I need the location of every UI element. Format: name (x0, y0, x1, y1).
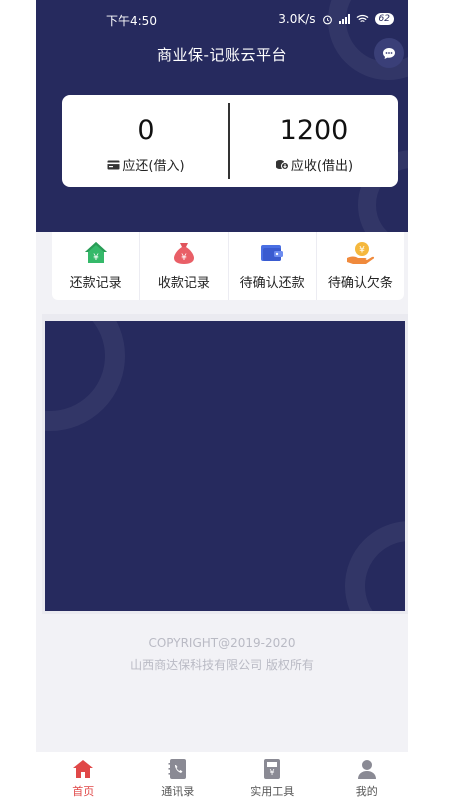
menu-label: 收款记录 (157, 276, 210, 291)
battery-icon: 62 (374, 13, 394, 25)
tab-home[interactable]: 首页 (36, 752, 131, 800)
red-money-bag-icon: ¥ (140, 238, 227, 268)
signal-icon (338, 14, 350, 24)
banner[interactable] (45, 321, 405, 611)
menu-pending-repay[interactable]: 待确认还款 (229, 232, 317, 300)
green-house-yuan-icon: ¥ (52, 238, 139, 268)
svg-text:¥: ¥ (360, 246, 366, 256)
menu-label: 待确认还款 (239, 276, 305, 291)
receive-label: 应收(借出) (290, 159, 354, 174)
status-bar: 下午4:50 3.0K/s 62 (36, 10, 408, 32)
menu-receive-records[interactable]: ¥ 收款记录 (140, 232, 229, 300)
tab-mine[interactable]: 我的 (320, 752, 415, 800)
user-icon (320, 756, 415, 782)
page-title: 商业保-记账云平台 (157, 46, 287, 64)
status-right: 3.0K/s 62 (278, 12, 394, 26)
tab-label: 通讯录 (161, 785, 195, 798)
svg-text:¥: ¥ (181, 253, 187, 263)
card-icon (107, 160, 120, 169)
menu-pending-iou[interactable]: ¥ 待确认欠条 (317, 232, 404, 300)
repay-summary[interactable]: 0 应还(借入) (62, 95, 230, 187)
coins-icon (275, 160, 289, 170)
app-frame: 下午4:50 3.0K/s 62 商业保-记账云平台 0 应还(借入) 1200… (36, 0, 408, 800)
blue-wallet-icon (229, 238, 316, 268)
svg-text:¥: ¥ (270, 768, 275, 777)
wifi-icon (356, 14, 369, 23)
home-icon (36, 756, 131, 782)
receive-summary[interactable]: 1200 应收(借出) (230, 95, 398, 187)
summary-card: 0 应还(借入) 1200 应收(借出) (62, 95, 398, 187)
header: 下午4:50 3.0K/s 62 商业保-记账云平台 0 应还(借入) 1200… (36, 0, 408, 232)
svg-text:¥: ¥ (93, 253, 99, 263)
decor-ring (45, 321, 125, 431)
status-time: 下午4:50 (106, 14, 157, 28)
repay-label-row: 应还(借入) (62, 155, 230, 174)
tab-label: 我的 (355, 785, 378, 798)
repay-label: 应还(借入) (122, 159, 185, 174)
tab-label: 首页 (72, 785, 95, 798)
contacts-icon (131, 756, 226, 782)
tab-tools[interactable]: ¥ 实用工具 (225, 752, 320, 800)
receive-amount: 1200 (279, 115, 349, 146)
message-button[interactable] (374, 38, 404, 68)
company-text: 山西商达保科技有限公司 版权所有 (130, 658, 314, 672)
copyright-text: COPYRIGHT@2019-2020 (148, 636, 296, 650)
menu-label: 待确认欠条 (327, 276, 393, 291)
copyright-block: COPYRIGHT@2019-2020 山西商达保科技有限公司 版权所有 (36, 632, 408, 676)
bottom-tab-bar: 首页 通讯录 ¥ 实用工具 我的 (0, 752, 450, 800)
tab-contacts[interactable]: 通讯录 (131, 752, 226, 800)
repay-amount: 0 (137, 115, 155, 146)
net-speed: 3.0K/s (278, 12, 316, 26)
decor-ring (345, 521, 405, 611)
alarm-icon (322, 15, 332, 24)
tools-icon: ¥ (225, 756, 320, 782)
banner-container (42, 314, 408, 614)
menu-label: 还款记录 (69, 276, 122, 291)
chat-bubble-icon (383, 47, 395, 59)
tab-label: 实用工具 (250, 785, 295, 798)
quick-menu: ¥ 还款记录 ¥ 收款记录 待确认还款 ¥ 待确认欠条 (52, 232, 404, 300)
receive-label-row: 应收(借出) (230, 155, 398, 174)
menu-repay-records[interactable]: ¥ 还款记录 (52, 232, 141, 300)
hand-coin-icon: ¥ (317, 238, 404, 268)
